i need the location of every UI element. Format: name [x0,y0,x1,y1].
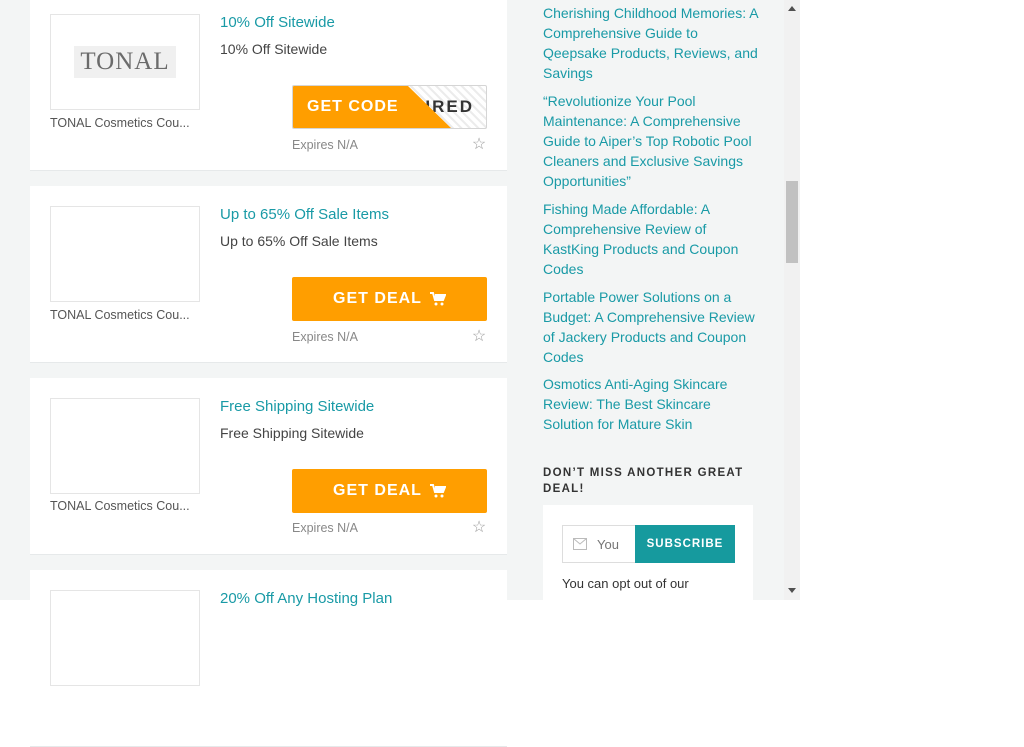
cart-icon [429,292,446,306]
scroll-up-arrow-icon[interactable] [788,6,796,11]
expiry-text: Expires N/A [292,330,358,344]
email-field[interactable] [562,525,636,563]
store-logo[interactable] [50,590,200,686]
get-deal-label: GET DEAL [333,290,422,307]
get-deal-button[interactable]: GET DEAL [292,277,487,321]
get-code-button[interactable]: IRED GET CODE [292,85,487,129]
cart-icon [429,484,446,498]
coupon-title[interactable]: Up to 65% Off Sale Items [220,206,389,223]
sidebar: Cherishing Childhood Memories: A Compreh… [507,0,784,600]
star-icon[interactable]: ☆ [471,329,487,345]
sidebar-post-link[interactable]: Cherishing Childhood Memories: A Compreh… [543,3,761,83]
coupon-description: Free Shipping Sitewide [220,425,364,441]
store-logo-text: TONAL [74,46,176,78]
store-name[interactable]: TONAL Cosmetics Cou... [50,308,200,322]
coupon-description: Up to 65% Off Sale Items [220,233,378,249]
coupon-title[interactable]: 20% Off Any Hosting Plan [220,590,392,607]
store-name[interactable]: TONAL Cosmetics Cou... [50,116,200,130]
optout-text: You can opt out of our [562,576,689,591]
get-deal-button[interactable]: GET DEAL [292,469,487,513]
get-code-label: GET CODE [307,98,399,115]
coupon-card: TONAL Cosmetics Cou... Free Shipping Sit… [30,378,507,555]
sidebar-post-link[interactable]: Fishing Made Affordable: A Comprehensive… [543,199,761,279]
scrollbar[interactable] [784,0,800,600]
store-logo[interactable] [50,398,200,494]
sidebar-post-link[interactable]: Osmotics Anti-Aging Skincare Review: The… [543,374,761,434]
coupon-description: 10% Off Sitewide [220,41,328,57]
subscribe-button[interactable]: SUBSCRIBE [635,525,735,563]
newsletter-form: SUBSCRIBE You can opt out of our [543,505,753,600]
expiry-text: Expires N/A [292,138,358,152]
scroll-down-arrow-icon[interactable] [788,588,796,593]
coupon-card: TONAL TONAL Cosmetics Cou... 10% Off Sit… [30,0,507,171]
get-deal-label: GET DEAL [333,482,422,499]
star-icon[interactable]: ☆ [471,520,487,536]
coupon-card: 20% Off Any Hosting Plan [30,570,507,747]
coupon-title[interactable]: 10% Off Sitewide [220,14,335,31]
email-input[interactable] [597,534,633,554]
sidebar-post-link[interactable]: “Revolutionize Your Pool Maintenance: A … [543,91,761,191]
mail-icon [573,538,587,550]
sidebar-post-link[interactable]: Portable Power Solutions on a Budget: A … [543,287,761,367]
coupon-title[interactable]: Free Shipping Sitewide [220,398,374,415]
star-icon[interactable]: ☆ [471,137,487,153]
store-name[interactable]: TONAL Cosmetics Cou... [50,499,200,513]
store-logo[interactable] [50,206,200,302]
newsletter-heading: DON’T MISS ANOTHER GREAT DEAL! [543,467,744,495]
scroll-thumb[interactable] [786,181,798,263]
store-logo[interactable]: TONAL [50,14,200,110]
coupon-card: TONAL Cosmetics Cou... Up to 65% Off Sal… [30,186,507,363]
expiry-text: Expires N/A [292,521,358,535]
